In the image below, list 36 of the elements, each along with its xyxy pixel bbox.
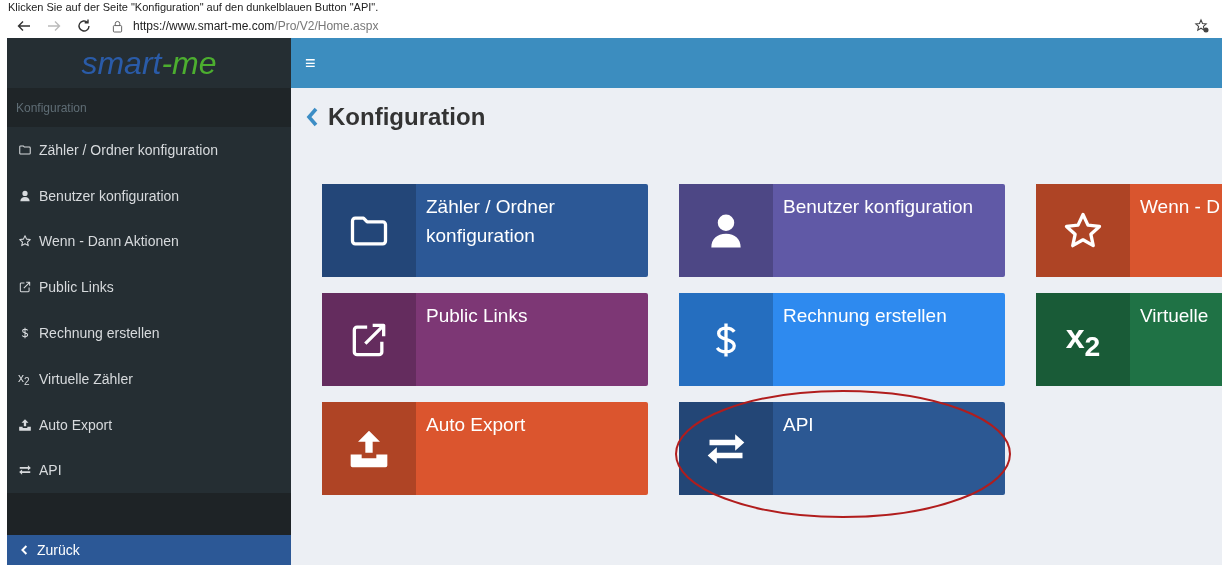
back-link[interactable]: Zurück: [7, 535, 291, 565]
chevron-left-icon[interactable]: [306, 107, 318, 127]
tile-button[interactable]: Wenn - D: [1036, 184, 1222, 277]
subscript-icon: x$_{2}$: [1065, 316, 1101, 363]
lock-icon: [112, 19, 123, 33]
sidebar-item[interactable]: x$_{2}$ Virtuelle Zähler: [7, 356, 291, 402]
star-icon: [18, 234, 32, 249]
back-icon[interactable]: [16, 18, 32, 34]
tile-button[interactable]: Public Links: [322, 293, 648, 386]
link-icon: [18, 280, 32, 295]
sidebar-item[interactable]: Auto Export: [7, 401, 291, 448]
subscript-icon: x$_{2}$: [18, 370, 32, 388]
user-icon: [18, 188, 32, 203]
bookmark-star-icon[interactable]: [1194, 18, 1210, 34]
sidebar-item[interactable]: Zähler / Ordner konfiguration: [7, 127, 291, 173]
sidebar-item[interactable]: Wenn - Dann Aktionen: [7, 218, 291, 265]
menu-icon[interactable]: ≡: [305, 52, 316, 74]
sidebar-item[interactable]: API: [7, 447, 291, 494]
reload-icon[interactable]: [76, 18, 92, 34]
tile-button[interactable]: Zähler / Ordner konfiguration: [322, 184, 648, 277]
sidebar-item[interactable]: Benutzer konfiguration: [7, 172, 291, 219]
logo: smart-me: [81, 44, 217, 82]
tile-button[interactable]: Rechnung erstellen: [679, 293, 1005, 386]
instruction-caption: Klicken Sie auf der Seite "Konfiguration" auf den dunkelblauen Button "API".: [8, 0, 379, 14]
page-title: Konfiguration: [328, 103, 486, 131]
chevron-left-icon: [20, 544, 28, 556]
tile-button[interactable]: Benutzer konfiguration: [679, 184, 1005, 277]
tile-button[interactable]: Auto Export: [322, 402, 648, 495]
sidebar-item[interactable]: Public Links: [7, 264, 291, 311]
sidebar-item[interactable]: Rechnung erstellen: [7, 310, 291, 356]
folder-icon: [18, 142, 32, 157]
section-heading: Konfiguration: [16, 100, 87, 115]
address-url[interactable]: https://www.smart-me.com/Pro/V2/Home.aspx: [133, 19, 379, 33]
tile-button[interactable]: x$_{2}$ Virtuelle: [1036, 293, 1222, 386]
tile-button[interactable]: API: [679, 402, 1005, 495]
upload-icon: [18, 417, 32, 432]
